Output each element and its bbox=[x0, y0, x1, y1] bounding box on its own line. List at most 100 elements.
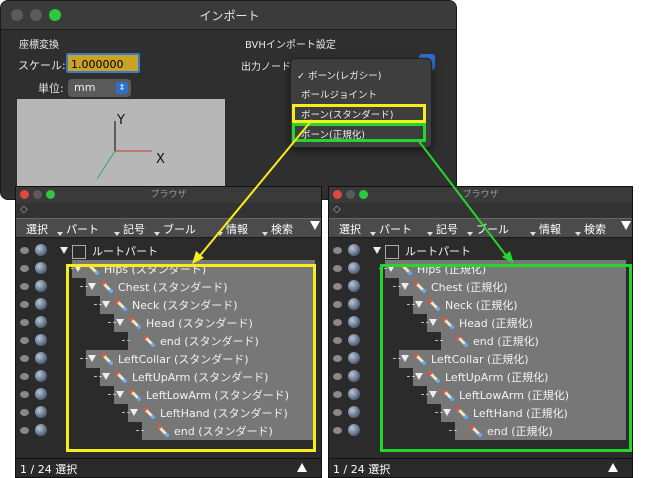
menu-item-bone-legacy[interactable]: ✓ ボーン(レガシー) bbox=[297, 68, 381, 82]
menu-3[interactable]: ブール bbox=[476, 221, 509, 237]
unit-select[interactable]: mm ⇕ bbox=[68, 79, 131, 97]
tree-label: ルートパート bbox=[92, 245, 158, 258]
menu-5[interactable]: 検索 bbox=[584, 221, 606, 237]
menu-2[interactable]: 記号 bbox=[123, 221, 145, 237]
eye-icon[interactable] bbox=[20, 265, 29, 272]
disclosure-triangle-icon[interactable] bbox=[60, 247, 68, 254]
sphere-icon[interactable] bbox=[35, 388, 47, 400]
menu-4[interactable]: 情報 bbox=[226, 221, 248, 237]
sphere-icon[interactable] bbox=[348, 406, 360, 418]
pin-icon[interactable]: ◇ bbox=[20, 204, 28, 215]
eye-icon[interactable] bbox=[333, 373, 342, 380]
menu-arrow-icon bbox=[114, 232, 120, 236]
tree-row-root[interactable]: ルートパート bbox=[329, 242, 632, 260]
zoom-window-button[interactable] bbox=[359, 190, 368, 199]
zoom-window-button[interactable] bbox=[46, 190, 55, 199]
menu-arrow-icon bbox=[575, 232, 581, 236]
sphere-icon[interactable] bbox=[35, 406, 47, 418]
eye-icon[interactable] bbox=[333, 391, 342, 398]
menu-item-ball-joint[interactable]: ボールジョイント bbox=[301, 87, 377, 101]
sphere-icon[interactable] bbox=[35, 262, 47, 274]
eye-icon[interactable] bbox=[333, 427, 342, 434]
unit-label: 単位: bbox=[38, 82, 64, 95]
scale-input[interactable]: 1.000000 bbox=[66, 53, 140, 73]
selection-count: 1 / 24 選択 bbox=[333, 463, 391, 476]
minimize-window-button[interactable] bbox=[33, 190, 42, 199]
close-window-button[interactable] bbox=[20, 190, 29, 199]
eye-icon[interactable] bbox=[333, 355, 342, 362]
browser-statusbar: 1 / 24 選択 bbox=[16, 458, 321, 477]
sphere-icon[interactable] bbox=[35, 424, 47, 436]
collapse-up-icon[interactable] bbox=[608, 463, 618, 472]
eye-icon[interactable] bbox=[20, 409, 29, 416]
browser-titlebar: ブラウザ bbox=[329, 187, 632, 204]
z-axis-line bbox=[96, 150, 116, 180]
eye-icon[interactable] bbox=[20, 283, 29, 290]
eye-icon[interactable] bbox=[333, 247, 342, 254]
pin-icon[interactable]: ◇ bbox=[333, 204, 341, 215]
sphere-icon[interactable] bbox=[35, 298, 47, 310]
menu-3[interactable]: ブール bbox=[163, 221, 196, 237]
menu-0[interactable]: 選択 bbox=[26, 221, 48, 237]
menu-arrow-icon bbox=[262, 232, 268, 236]
menubar-dropdown-icon[interactable] bbox=[310, 221, 320, 230]
sphere-icon[interactable] bbox=[35, 316, 47, 328]
unit-select-value: mm bbox=[74, 81, 96, 94]
sphere-icon[interactable] bbox=[35, 280, 47, 292]
menu-5[interactable]: 検索 bbox=[271, 221, 293, 237]
dialog-title: インポート bbox=[199, 9, 260, 23]
eye-icon[interactable] bbox=[333, 283, 342, 290]
disclosure-triangle-icon[interactable] bbox=[373, 247, 381, 254]
sphere-icon[interactable] bbox=[35, 244, 47, 256]
sphere-icon[interactable] bbox=[348, 352, 360, 364]
eye-icon[interactable] bbox=[333, 301, 342, 308]
coord-section-heading: 座標変換 bbox=[19, 40, 59, 51]
eye-icon[interactable] bbox=[333, 319, 342, 326]
menu-arrow-icon bbox=[370, 232, 376, 236]
menu-2[interactable]: 記号 bbox=[436, 221, 458, 237]
sphere-icon[interactable] bbox=[348, 244, 360, 256]
eye-icon[interactable] bbox=[20, 337, 29, 344]
menu-arrow-icon bbox=[530, 232, 536, 236]
browser-menubar: 選択 パート 記号 ブール 情報 検索 bbox=[329, 218, 632, 238]
sphere-icon[interactable] bbox=[348, 280, 360, 292]
sphere-icon[interactable] bbox=[348, 334, 360, 346]
sphere-icon[interactable] bbox=[35, 352, 47, 364]
eye-icon[interactable] bbox=[20, 247, 29, 254]
highlight-frame-standard bbox=[66, 264, 316, 452]
menu-arrow-icon bbox=[427, 232, 433, 236]
eye-icon[interactable] bbox=[333, 337, 342, 344]
sphere-icon[interactable] bbox=[348, 388, 360, 400]
menu-1[interactable]: パート bbox=[66, 221, 99, 237]
browser-titlebar: ブラウザ bbox=[16, 187, 321, 204]
dialog-titlebar: インポート bbox=[1, 1, 456, 30]
y-axis-label: Y bbox=[117, 113, 125, 128]
eye-icon[interactable] bbox=[20, 355, 29, 362]
close-window-button[interactable] bbox=[333, 190, 342, 199]
tree-row-root[interactable]: ルートパート bbox=[16, 242, 321, 260]
sphere-icon[interactable] bbox=[348, 370, 360, 382]
eye-icon[interactable] bbox=[20, 391, 29, 398]
menu-arrow-icon bbox=[467, 232, 473, 236]
menu-1[interactable]: パート bbox=[379, 221, 412, 237]
eye-icon[interactable] bbox=[20, 301, 29, 308]
sphere-icon[interactable] bbox=[35, 370, 47, 382]
sphere-icon[interactable] bbox=[348, 298, 360, 310]
collapse-up-icon[interactable] bbox=[297, 463, 307, 472]
eye-icon[interactable] bbox=[20, 427, 29, 434]
sphere-icon[interactable] bbox=[35, 334, 47, 346]
eye-icon[interactable] bbox=[333, 265, 342, 272]
menu-0[interactable]: 選択 bbox=[339, 221, 361, 237]
sphere-icon[interactable] bbox=[348, 262, 360, 274]
axis-preview-viewport: Y X bbox=[17, 99, 225, 199]
menu-arrow-icon bbox=[154, 232, 160, 236]
minimize-window-button[interactable] bbox=[346, 190, 355, 199]
eye-icon[interactable] bbox=[20, 319, 29, 326]
menubar-dropdown-icon[interactable] bbox=[621, 221, 631, 230]
eye-icon[interactable] bbox=[333, 409, 342, 416]
menu-4[interactable]: 情報 bbox=[539, 221, 561, 237]
eye-icon[interactable] bbox=[20, 373, 29, 380]
sphere-icon[interactable] bbox=[348, 424, 360, 436]
sphere-icon[interactable] bbox=[348, 316, 360, 328]
output-node-label: 出力ノード: bbox=[241, 62, 295, 73]
